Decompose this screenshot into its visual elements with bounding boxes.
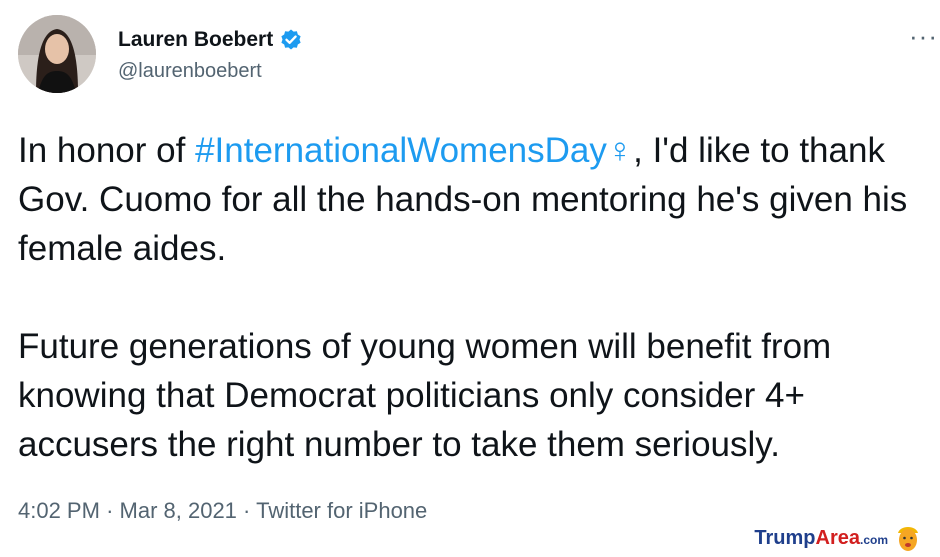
female-sign-icon: ♀ <box>606 131 634 170</box>
more-options-icon[interactable]: ··· <box>909 23 938 49</box>
watermark-part1: Trump <box>754 526 816 549</box>
tweet-metadata: 4:02 PM · Mar 8, 2021 · Twitter for iPho… <box>18 498 427 524</box>
hashtag-link[interactable]: #InternationalWomensDay <box>195 131 607 170</box>
watermark-suffix: .com <box>859 532 888 547</box>
meta-separator: · <box>243 498 251 523</box>
tweet-date[interactable]: Mar 8, 2021 <box>120 498 237 523</box>
text-before-hashtag: In honor of <box>18 131 196 170</box>
author-name[interactable]: Lauren Boebert <box>118 28 273 52</box>
avatar[interactable] <box>18 15 96 93</box>
tweet-source[interactable]: Twitter for iPhone <box>256 498 427 523</box>
author-block: Lauren Boebert @laurenboebert <box>118 28 303 83</box>
tweet-paragraph-1: In honor of #InternationalWomensDay♀, I'… <box>18 126 928 273</box>
tweet-text: In honor of #InternationalWomensDay♀, I'… <box>18 126 928 469</box>
avatar-image <box>18 15 96 93</box>
watermark-part2: Area <box>815 526 860 549</box>
tweet-paragraph-2: Future generations of young women will b… <box>18 327 832 464</box>
meta-separator: · <box>106 498 114 523</box>
name-row: Lauren Boebert <box>118 28 303 52</box>
watermark-text: TrumpArea.com <box>754 527 888 550</box>
author-handle[interactable]: @laurenboebert <box>118 60 303 83</box>
watermark-face-icon <box>898 527 918 551</box>
tweet-time[interactable]: 4:02 PM <box>18 498 100 523</box>
verified-badge-icon <box>281 29 301 50</box>
watermark: TrumpArea.com <box>754 523 922 553</box>
